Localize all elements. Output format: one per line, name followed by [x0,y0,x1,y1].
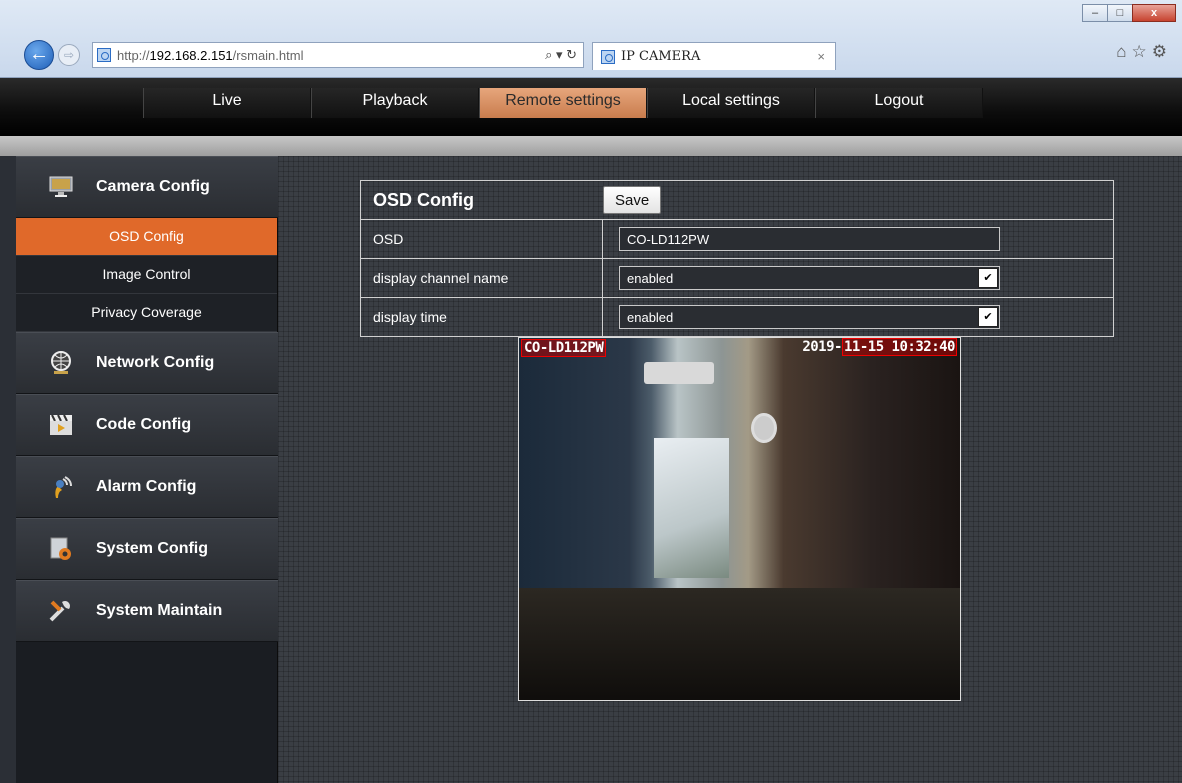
top-navigation: Live Playback Remote settings Local sett… [0,78,1182,136]
nav-local-settings[interactable]: Local settings [647,88,815,118]
page-icon [97,48,111,62]
channel-name-select-value: enabled [627,270,674,286]
display-time-select-value: enabled [627,309,674,325]
osd-label: OSD [361,220,603,258]
url-path: /rsmain.html [232,47,304,63]
save-button[interactable]: Save [603,186,662,214]
osd-config-panel: OSD Config Save OSD display channel name… [360,180,1114,337]
camera-preview: CO-LD112PW 2019- 11-15 10:32:40 [518,337,961,701]
sidebar-section-alarm-config[interactable]: Alarm Config [16,456,278,518]
nav-divider-strip [0,136,1182,156]
section-label-network-config: Network Config [96,354,215,371]
sidebar-item-image-control[interactable]: Image Control [16,256,277,294]
preview-scene-floor [519,588,960,700]
window-controls: – □ x [1082,4,1176,22]
preview-scene-clock [751,413,777,443]
tab-close-icon[interactable]: × [817,49,825,64]
back-button[interactable]: ← [24,40,54,70]
osd-date-text: 2019- [802,339,842,355]
sidebar-section-network-config[interactable]: Network Config [16,332,278,394]
url-host: 192.168.2.151 [149,47,233,63]
nav-playback[interactable]: Playback [311,88,479,118]
section-label-camera-config: Camera Config [96,178,210,195]
nav-logout[interactable]: Logout [815,88,983,118]
url-prefix: http:// [117,47,150,63]
form-row-osd: OSD [360,220,1114,259]
preview-scene-window [654,438,729,578]
home-favorites-settings-icon[interactable]: ⌂☆⚙ [1116,42,1172,62]
monitor-icon [48,174,74,200]
nav-remote-settings[interactable]: Remote settings [479,88,647,118]
address-bar[interactable]: http://192.168.2.151/rsmain.html ⌕ ▾ ↻ [92,42,584,68]
tab-title: IP CAMERA [621,49,701,64]
browser-chrome: – □ x ← ⇨ http://192.168.2.151/rsmain.ht… [0,0,1182,78]
panel-header: OSD Config Save [360,180,1114,220]
sidebar: Camera Config OSD Config Image Control P… [16,156,278,783]
display-time-label: display time [361,298,603,336]
sidebar-section-code-config[interactable]: Code Config [16,394,278,456]
sidebar-section-system-maintain[interactable]: System Maintain [16,580,278,642]
section-label-code-config: Code Config [96,416,192,433]
osd-channel-name-overlay: CO-LD112PW [521,339,607,357]
section-label-alarm-config: Alarm Config [96,478,197,495]
tab-page-icon [601,49,615,64]
browser-tab[interactable]: IP CAMERA × [592,42,836,70]
display-time-select[interactable]: enabled ✔ [619,305,1000,329]
film-icon [48,412,74,438]
form-row-display-time: display time enabled ✔ [360,298,1114,337]
chevron-down-icon[interactable]: ✔ [978,268,998,288]
osd-time-text: 11-15 10:32:40 [841,338,957,356]
osd-time-overlay: 2019- 11-15 10:32:40 [802,338,957,356]
forward-button[interactable]: ⇨ [58,44,80,66]
main-content: OSD Config Save OSD display channel name… [278,156,1182,783]
url-text: http://192.168.2.151/rsmain.html [117,48,303,63]
tools-icon [48,598,74,624]
system-gear-icon [48,536,74,562]
close-window-button[interactable]: x [1132,4,1176,22]
sidebar-item-osd-config[interactable]: OSD Config [16,218,277,256]
section-label-system-maintain: System Maintain [96,602,223,619]
channel-name-label: display channel name [361,259,603,297]
sidebar-section-system-config[interactable]: System Config [16,518,278,580]
channel-name-select[interactable]: enabled ✔ [619,266,1000,290]
nav-live[interactable]: Live [143,88,311,118]
maximize-button[interactable]: □ [1107,4,1133,22]
panel-title: OSD Config [373,189,474,210]
osd-text-input[interactable] [619,227,1000,251]
preview-scene-ac [644,362,714,384]
sidebar-item-privacy-coverage[interactable]: Privacy Coverage [16,294,277,332]
sidebar-section-camera-config[interactable]: Camera Config [16,156,278,218]
minimize-button[interactable]: – [1082,4,1108,22]
form-row-channel-name: display channel name enabled ✔ [360,259,1114,298]
chevron-down-icon[interactable]: ✔ [978,307,998,327]
url-tools-icon[interactable]: ⌕ ▾ ↻ [545,47,577,63]
globe-icon [48,350,74,376]
section-label-system-config: System Config [96,540,209,557]
alarm-icon [48,474,74,500]
